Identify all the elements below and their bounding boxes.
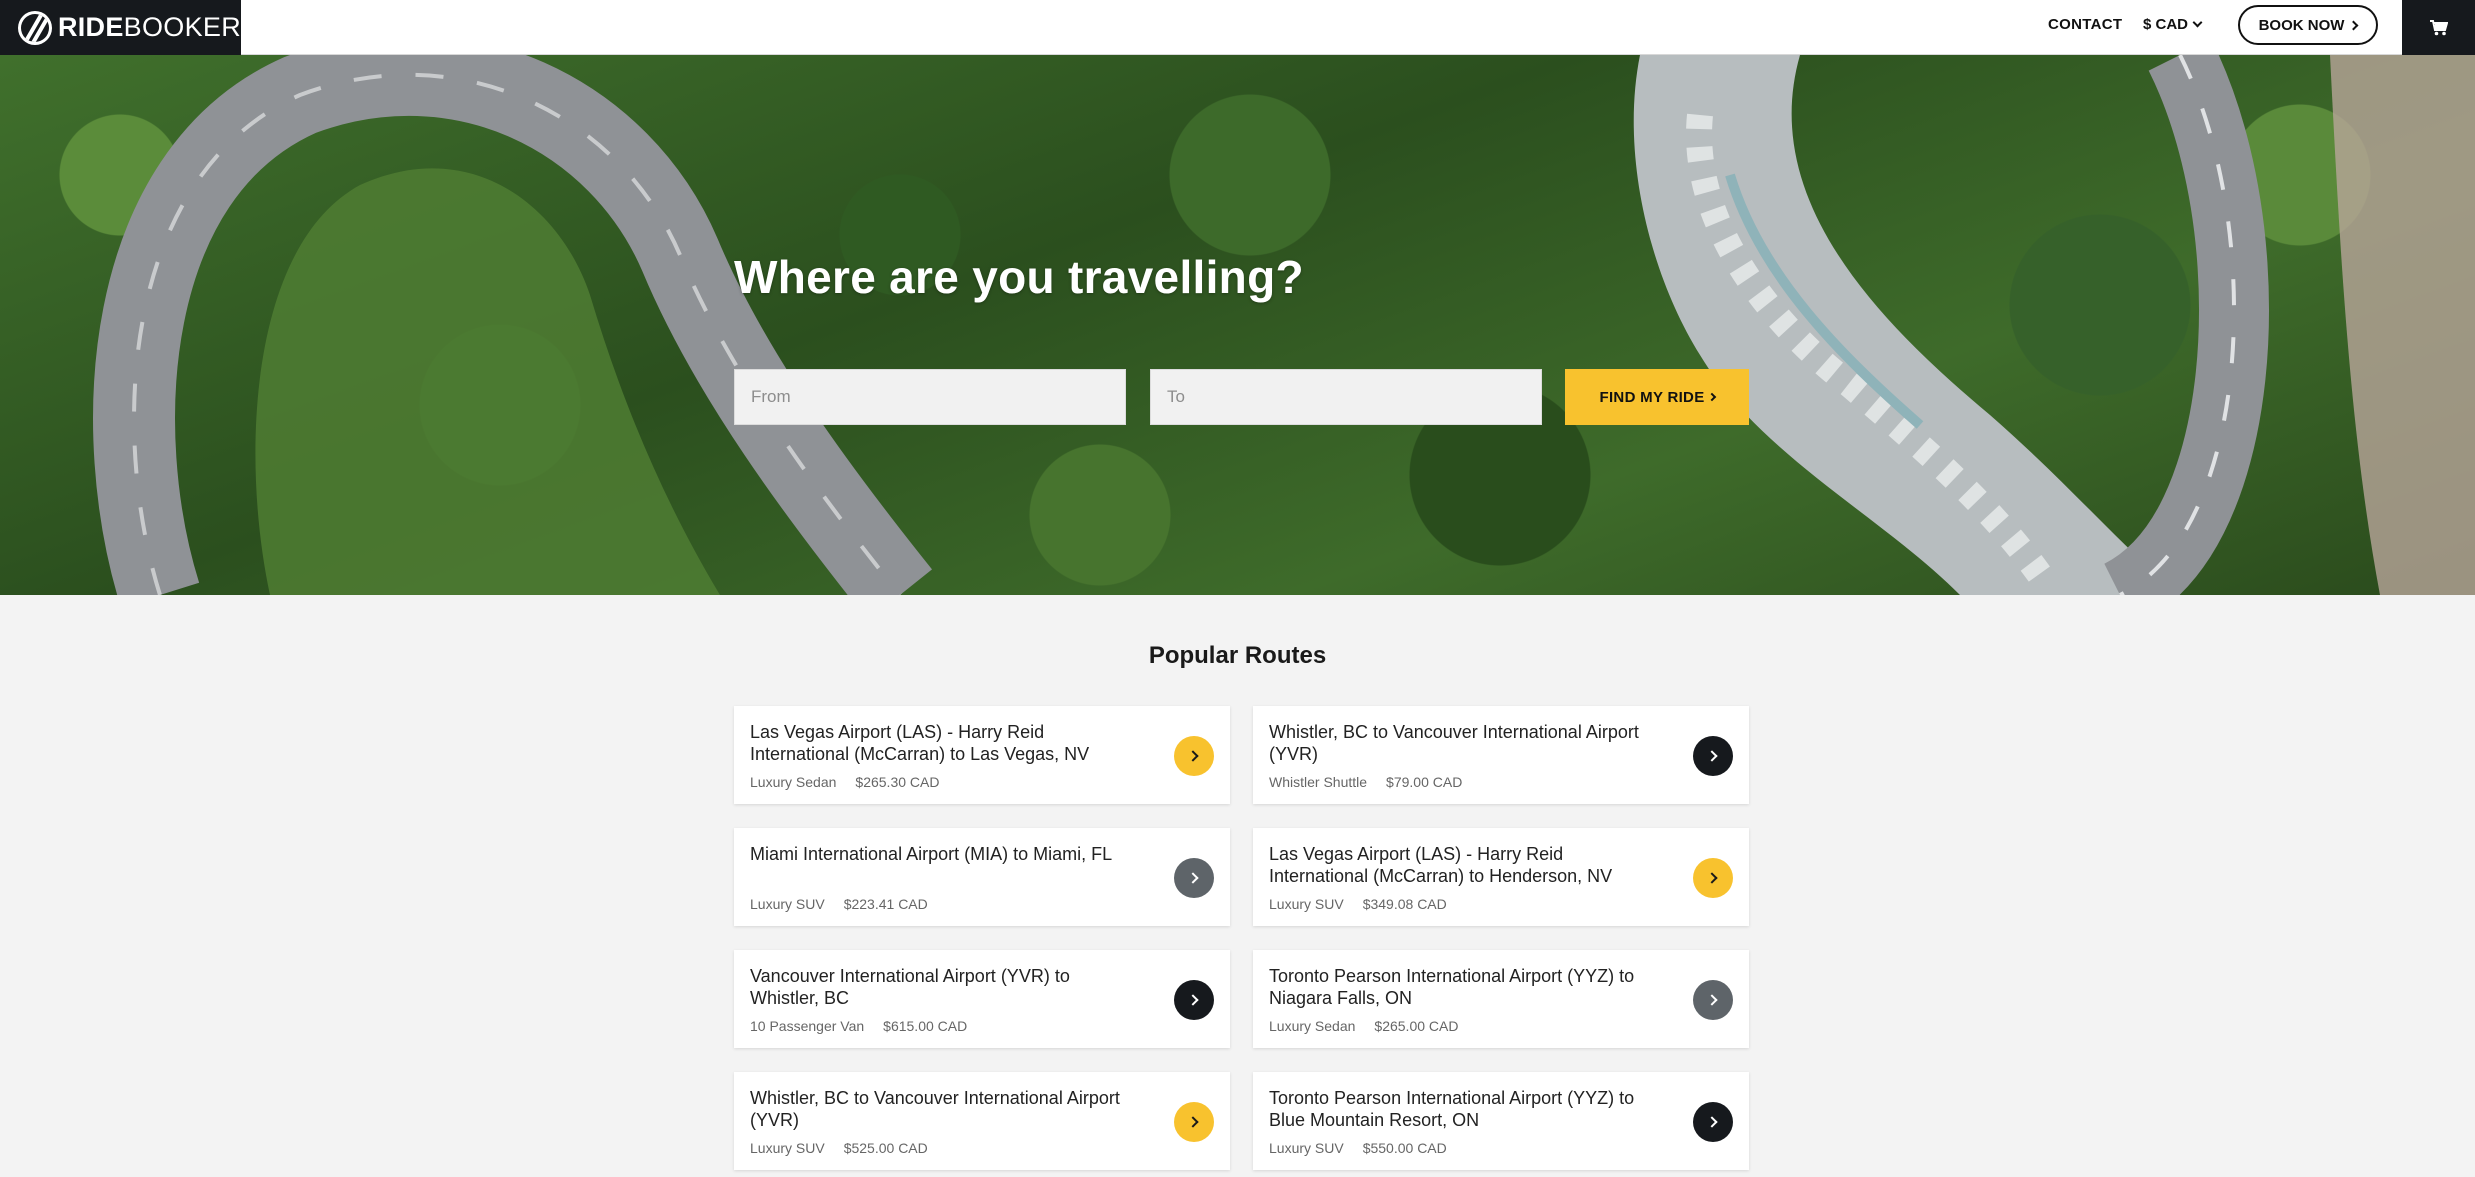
- route-go-button[interactable]: [1693, 858, 1733, 898]
- hero-title: Where are you travelling?: [734, 251, 1304, 303]
- route-vehicle: Luxury SUV: [1269, 1140, 1344, 1156]
- route-vehicle: Luxury Sedan: [1269, 1018, 1356, 1034]
- route-vehicle: Luxury Sedan: [750, 774, 837, 790]
- route-go-button[interactable]: [1693, 736, 1733, 776]
- find-my-ride-label: FIND MY RIDE: [1599, 388, 1705, 406]
- route-title: Whistler, BC to Vancouver International …: [1269, 722, 1639, 764]
- book-now-button[interactable]: BOOK NOW: [2238, 5, 2378, 45]
- route-meta: Luxury SUV $349.08 CAD: [1269, 896, 1447, 912]
- route-meta: Luxury SUV $525.00 CAD: [750, 1140, 928, 1156]
- route-price: $223.41 CAD: [843, 896, 928, 912]
- route-card[interactable]: Toronto Pearson International Airport (Y…: [1253, 1072, 1749, 1170]
- route-title: Miami International Airport (MIA) to Mia…: [750, 844, 1113, 864]
- route-vehicle: Luxury SUV: [1269, 896, 1344, 912]
- route-price: $349.08 CAD: [1362, 896, 1447, 912]
- book-now-label: BOOK NOW: [2258, 16, 2345, 34]
- route-meta: Luxury Sedan $265.00 CAD: [1269, 1018, 1458, 1034]
- logo-text: RIDEBOOKER: [57, 12, 241, 42]
- site-header: RIDEBOOKER CONTACT $ CAD BOOK NOW: [0, 0, 2475, 55]
- route-price: $550.00 CAD: [1362, 1140, 1447, 1156]
- route-vehicle: Luxury SUV: [750, 896, 825, 912]
- chevron-right-icon: [1186, 994, 1199, 1006]
- popular-routes-title: Popular Routes: [1148, 642, 1327, 669]
- route-go-button[interactable]: [1693, 1102, 1733, 1142]
- route-card[interactable]: Miami International Airport (MIA) to Mia…: [734, 828, 1230, 926]
- currency-label: $ CAD: [2143, 16, 2189, 33]
- chevron-right-icon: [1705, 994, 1718, 1006]
- route-card[interactable]: Whistler, BC to Vancouver International …: [734, 1072, 1230, 1170]
- from-input[interactable]: [734, 369, 1126, 425]
- route-title: Toronto Pearson International Airport (Y…: [1269, 966, 1635, 1008]
- currency-selector[interactable]: $ CAD: [2143, 16, 2203, 33]
- nav-contact-link[interactable]: CONTACT: [2048, 16, 2122, 33]
- route-title: Toronto Pearson International Airport (Y…: [1269, 1088, 1635, 1130]
- route-go-button[interactable]: [1174, 1102, 1214, 1142]
- route-card[interactable]: Whistler, BC to Vancouver International …: [1253, 706, 1749, 804]
- chevron-right-icon: [1186, 872, 1199, 884]
- route-meta: 10 Passenger Van $615.00 CAD: [750, 1018, 967, 1034]
- route-vehicle: Luxury SUV: [750, 1140, 825, 1156]
- chevron-right-icon: [1705, 750, 1718, 762]
- route-meta: Luxury SUV $550.00 CAD: [1269, 1140, 1447, 1156]
- route-vehicle: Whistler Shuttle: [1269, 774, 1368, 790]
- logo[interactable]: RIDEBOOKER: [0, 0, 241, 55]
- chevron-right-icon: [1186, 750, 1199, 762]
- chevron-right-icon: [1705, 1116, 1718, 1128]
- route-card[interactable]: Toronto Pearson International Airport (Y…: [1253, 950, 1749, 1048]
- route-go-button[interactable]: [1174, 858, 1214, 898]
- cart-icon: [2429, 19, 2448, 35]
- route-title: Vancouver International Airport (YVR) to…: [750, 966, 1070, 1008]
- route-card[interactable]: Las Vegas Airport (LAS) - Harry Reid Int…: [1253, 828, 1749, 926]
- route-price: $265.00 CAD: [1374, 1018, 1459, 1034]
- route-card[interactable]: Vancouver International Airport (YVR) to…: [734, 950, 1230, 1048]
- route-title: Las Vegas Airport (LAS) - Harry Reid Int…: [750, 722, 1090, 764]
- route-price: $615.00 CAD: [883, 1018, 968, 1034]
- route-price: $79.00 CAD: [1386, 774, 1463, 790]
- route-title: Whistler, BC to Vancouver International …: [750, 1088, 1120, 1130]
- chevron-right-icon: [1186, 1116, 1199, 1128]
- route-card[interactable]: Las Vegas Airport (LAS) - Harry Reid Int…: [734, 706, 1230, 804]
- route-meta: Luxury SUV $223.41 CAD: [750, 896, 928, 912]
- hero-background-image: [93, 55, 2475, 595]
- chevron-right-icon: [2348, 20, 2359, 30]
- route-title: Las Vegas Airport (LAS) - Harry Reid Int…: [1269, 844, 1613, 886]
- chevron-right-icon: [1705, 872, 1718, 884]
- chevron-right-icon: [1707, 392, 1716, 402]
- route-go-button[interactable]: [1174, 736, 1214, 776]
- route-meta: Luxury Sedan $265.30 CAD: [750, 774, 939, 790]
- route-meta: Whistler Shuttle $79.00 CAD: [1269, 774, 1462, 790]
- cart-button[interactable]: [2402, 0, 2475, 55]
- route-go-button[interactable]: [1693, 980, 1733, 1020]
- route-price: $525.00 CAD: [843, 1140, 928, 1156]
- chevron-down-icon: [2192, 17, 2203, 28]
- find-my-ride-button[interactable]: FIND MY RIDE: [1565, 369, 1749, 425]
- route-price: $265.30 CAD: [855, 774, 940, 790]
- route-vehicle: 10 Passenger Van: [750, 1018, 865, 1034]
- route-go-button[interactable]: [1174, 980, 1214, 1020]
- hero-banner: Where are you travelling? FIND MY RIDE: [0, 55, 2475, 595]
- ridebooker-logo-icon: [18, 10, 52, 45]
- to-input[interactable]: [1150, 369, 1542, 425]
